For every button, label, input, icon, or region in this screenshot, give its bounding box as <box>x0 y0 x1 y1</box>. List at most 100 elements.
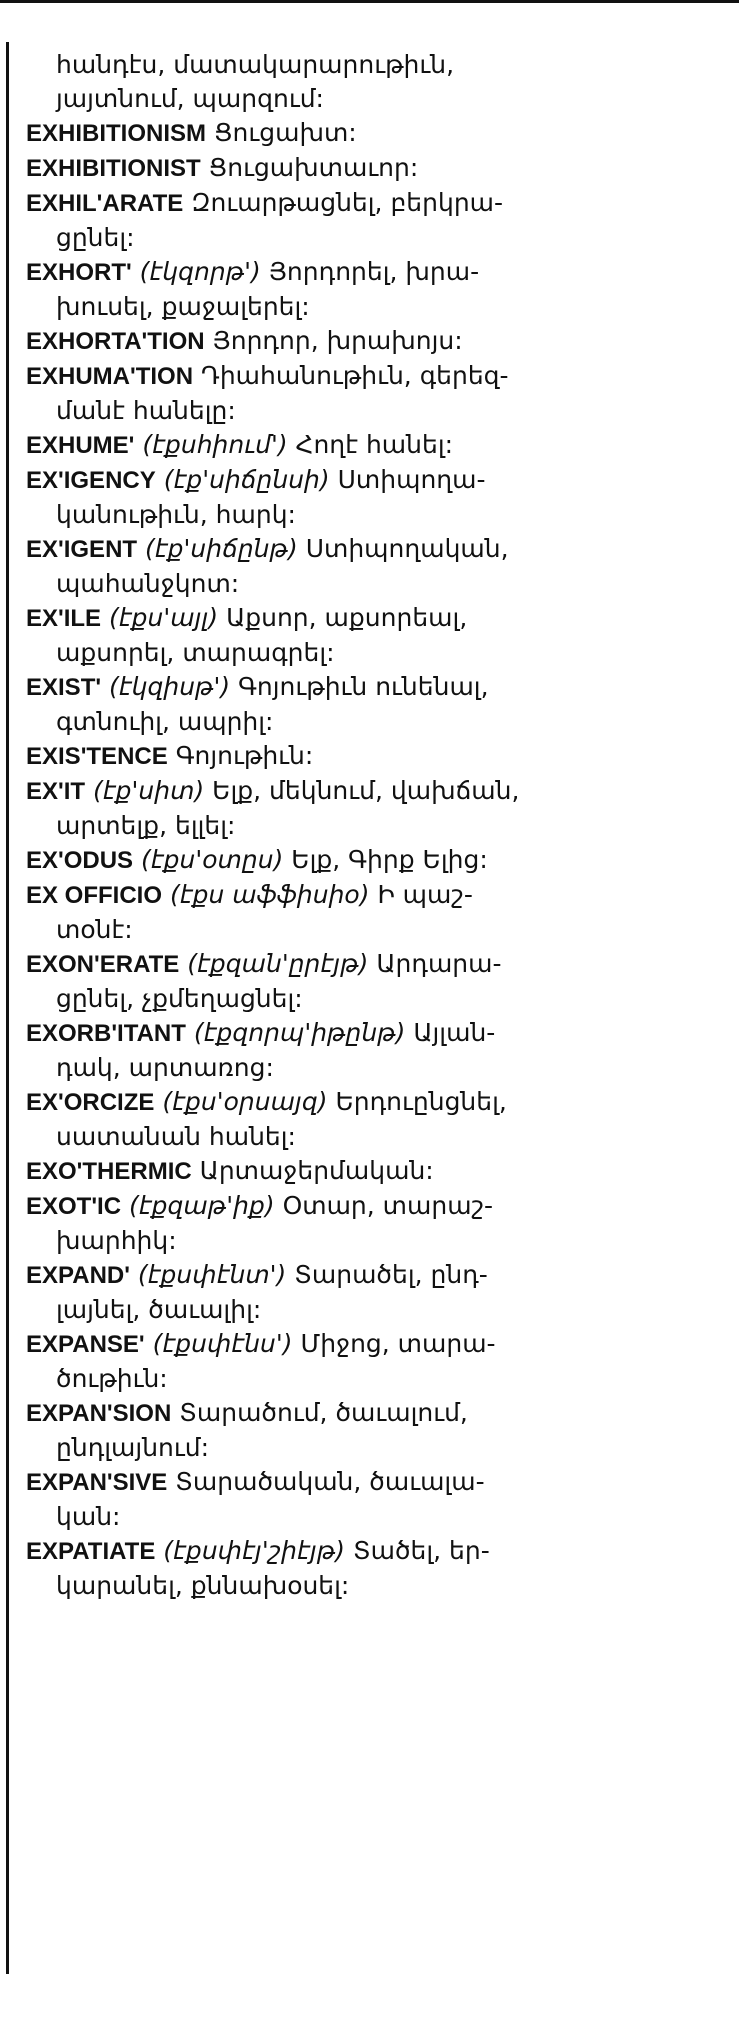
entry-definition: Տարածում, ծաւալում, <box>179 1398 468 1427</box>
entry-continuation-line: գտնուիլ, ապրիլ: <box>56 707 274 736</box>
dictionary-entry: EXORB'ITANT (էքզորպ'իթընթ) Այլան-դակ, ար… <box>26 1016 716 1085</box>
entry-definition: Յորդորել, խրա- <box>268 257 480 286</box>
entry-definition: Դիահանութիւն, գերեզ- <box>201 361 509 390</box>
dictionary-entry: EXHIBITIONIST Ցուցախտաւոր: <box>26 151 716 186</box>
entry-first-line: EXON'ERATE (էքզան'ըրէյթ) Արդարա- <box>26 947 716 982</box>
top-rule <box>0 0 739 3</box>
entry-definition: Տարածական, ծաւալա- <box>175 1467 485 1496</box>
entry-definition: Ելք, մեկնում, վախճան, <box>212 776 520 805</box>
entry-first-line: EXHUME' (էքսհիում') Հողէ հանել: <box>26 428 716 463</box>
entry-continuation-line: մանէ հանելը: <box>56 396 236 425</box>
entry-headword: EXORB'ITANT <box>26 1020 186 1047</box>
entry-definition: Աքսոր, աքսորեալ, <box>226 603 468 632</box>
entry-continuation-line: դակ, արտառոց: <box>56 1053 274 1082</box>
entry-continuation-line: հանդէս, մատակարարութիւն, <box>56 50 455 79</box>
entry-continuation-line: արտելք, ելլել: <box>56 811 236 840</box>
entry-headword: EX'IT <box>26 778 86 805</box>
dictionary-entry: EX'ILE (էքս'այլ) Աքսոր, աքսորեալ, աքսորել… <box>26 601 716 670</box>
entry-continuation-line: յայտնում, պարզում: <box>56 84 324 113</box>
entry-first-line: EX'IGENCY (էք'սիճընսի) Ստիպողա- <box>26 463 716 498</box>
entry-first-line: EXHORT' (էկզորթ') Յորդորել, խրա- <box>26 255 716 290</box>
entry-definition: Գոյութիւն: <box>175 741 314 770</box>
entry-first-line: EXIST' (էկզիսթ') Գոյութիւն ունենալ, <box>26 670 716 705</box>
entry-definition: Ցուցախտաւոր: <box>208 153 419 182</box>
entry-headword: EXHUMA'TION <box>26 363 194 390</box>
entry-definition: Տածել, եր- <box>352 1536 490 1565</box>
entry-headword: EXHIBITIONISM <box>26 120 207 147</box>
entry-headword: EXO'THERMIC <box>26 1158 192 1185</box>
entry-first-line: EXHIL'ARATE Զուարթացնել, բերկրա- <box>26 186 716 221</box>
entry-headword: EX'ODUS <box>26 847 134 874</box>
entry-first-line: EXHIBITIONIST Ցուցախտաւոր: <box>26 151 716 186</box>
entry-pronunciation: (էքսփէյ'շիէյթ) <box>163 1536 346 1565</box>
entry-pronunciation: (էկզորթ') <box>139 257 261 286</box>
entry-headword: EXHORTA'TION <box>26 328 205 355</box>
entry-headword: EX OFFICIO <box>26 882 163 909</box>
entry-headword: EXPAND' <box>26 1262 130 1289</box>
entry-headword: EXIST' <box>26 674 102 701</box>
dictionary-entry: EX'IT (էք'սիտ) Ելք, մեկնում, վախճան, արտե… <box>26 774 716 843</box>
entry-continuation-line: ցընել, չքմեղացնել: <box>56 984 303 1013</box>
entry-headword: EXON'ERATE <box>26 951 180 978</box>
entry-definition: Ի պաշ- <box>377 880 473 909</box>
entry-definition: Ցուցախտ: <box>213 118 357 147</box>
entry-pronunciation: (էկզիսթ') <box>109 672 231 701</box>
entry-headword: EXPATIATE <box>26 1538 156 1565</box>
entry-headword: EX'IGENT <box>26 536 138 563</box>
entry-definition: Օտար, տարաշ- <box>282 1191 494 1220</box>
entry-continuation-line: խարհիկ: <box>56 1226 177 1255</box>
entry-headword: EXHIL'ARATE <box>26 190 184 217</box>
dictionary-entry: EXOT'IC (էքզաթ'իք) Օտար, տարաշ-խարհիկ: <box>26 1189 716 1258</box>
entry-first-line: EX'ODUS (էքս'օտըս) Ելք, Գիրք Ելից: <box>26 843 716 878</box>
entry-first-line: EXIS'TENCE Գոյութիւն: <box>26 739 716 774</box>
entry-pronunciation: (էք'սիճընսի) <box>163 465 330 494</box>
entry-continuation-line: կանութիւն, հարկ: <box>56 500 296 529</box>
entry-headword: EXPANSE' <box>26 1331 145 1358</box>
entry-first-line: EX OFFICIO (էքս աֆֆիսիօ) Ի պաշ- <box>26 878 716 913</box>
entry-headword: EX'IGENCY <box>26 467 156 494</box>
dictionary-entry: EXHUME' (էքսհիում') Հողէ հանել: <box>26 428 716 463</box>
entry-first-line: EXHUMA'TION Դիահանութիւն, գերեզ- <box>26 359 716 394</box>
entry-first-line: EXO'THERMIC Արտաջերմական: <box>26 1154 716 1189</box>
dictionary-entry: EXHORTA'TION Յորդոր, խրախոյս: <box>26 324 716 359</box>
dictionary-entry: EXON'ERATE (էքզան'ըրէյթ) Արդարա-ցընել, չ… <box>26 947 716 1016</box>
entry-headword: EXIS'TENCE <box>26 743 168 770</box>
entry-continuation-line: սատանան հանել: <box>56 1122 296 1151</box>
dictionary-entry: EXPATIATE (էքսփէյ'շիէյթ) Տածել, եր-կարան… <box>26 1534 716 1603</box>
dictionary-entry: EXPAN'SIVE Տարածական, ծաւալա-կան: <box>26 1465 716 1534</box>
entry-pronunciation: (էք'սիճընթ) <box>145 534 298 563</box>
entry-first-line: EXHORTA'TION Յորդոր, խրախոյս: <box>26 324 716 359</box>
entry-continuation-line: կարանել, քննախօսել: <box>56 1571 350 1600</box>
entry-pronunciation: (էքսհիում') <box>142 430 288 459</box>
dictionary-entry: EX'IGENCY (էք'սիճընսի) Ստիպողա-կանութիւն… <box>26 463 716 532</box>
entry-headword: EX'ILE <box>26 605 102 632</box>
entry-pronunciation: (էք'սիտ) <box>93 776 205 805</box>
column-rule <box>6 42 9 1974</box>
entry-first-line: EX'IT (էք'սիտ) Ելք, մեկնում, վախճան, <box>26 774 716 809</box>
entry-first-line: EX'IGENT (էք'սիճընթ) Ստիպողական, <box>26 532 716 567</box>
dictionary-entry: EX'IGENT (էք'սիճընթ) Ստիպողական, պահանջկո… <box>26 532 716 601</box>
dictionary-entry: EXHORT' (էկզորթ') Յորդորել, խրա-խուսել, … <box>26 255 716 324</box>
entry-pronunciation: (էքզաթ'իք) <box>129 1191 275 1220</box>
entry-first-line: EX'ORCIZE (էքս'օրսայզ) Երդուընցնել, <box>26 1085 716 1120</box>
entry-definition: Ստիպողա- <box>337 465 486 494</box>
dictionary-entry: EXPAND' (էքսփէնտ') Տարածել, ընդ-լայնել, … <box>26 1258 716 1327</box>
entry-continuation-line: աքսորել, տարագրել: <box>56 638 335 667</box>
entry-pronunciation: (էքզան'ըրէյթ) <box>187 949 369 978</box>
entry-pronunciation: (էքս'օրսայզ) <box>162 1087 328 1116</box>
entry-continuation-line: ծութիւն: <box>56 1364 168 1393</box>
entry-definition: Զուարթացնել, բերկրա- <box>191 188 504 217</box>
entry-headword: EXOT'IC <box>26 1193 122 1220</box>
entry-definition: Հողէ հանել: <box>295 430 454 459</box>
entry-headword: EXHUME' <box>26 432 135 459</box>
entry-continuation-line: տօնէ: <box>56 915 133 944</box>
dictionary-entry: EXPANSE' (էքսփէնս') Միջոց, տարա-ծութիւն: <box>26 1327 716 1396</box>
entry-first-line: EXPAND' (էքսփէնտ') Տարածել, ընդ- <box>26 1258 716 1293</box>
entry-pronunciation: (էքզորպ'իթընթ) <box>193 1018 406 1047</box>
entry-continuation-line: խուսել, քաջալերել: <box>56 292 310 321</box>
dictionary-entry: EX'ODUS (էքս'օտըս) Ելք, Գիրք Ելից: <box>26 843 716 878</box>
dictionary-entry: EXHUMA'TION Դիահանութիւն, գերեզ-մանէ հան… <box>26 359 716 428</box>
entry-first-line: EXPANSE' (էքսփէնս') Միջոց, տարա- <box>26 1327 716 1362</box>
entry-continuation-line: պահանջկոտ: <box>56 569 240 598</box>
dictionary-entry: EXIST' (էկզիսթ') Գոյութիւն ունենալ, գտնու… <box>26 670 716 739</box>
